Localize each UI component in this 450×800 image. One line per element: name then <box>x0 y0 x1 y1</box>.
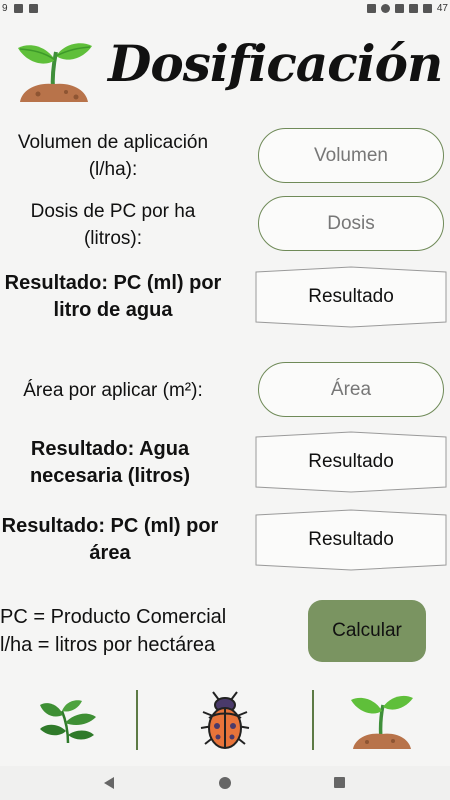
battery-level: 47 <box>436 3 448 14</box>
dosis-label: Dosis de PC por ha (litros): <box>30 201 196 249</box>
nav-dosage-button[interactable] <box>314 688 450 754</box>
battery-icon <box>422 4 432 13</box>
header: Dosificación <box>0 30 450 110</box>
image-notification-icon <box>13 4 23 13</box>
resultado-pc-area-label: Resultado: PC (ml) por área <box>1 515 219 564</box>
volumen-input[interactable]: Volumen <box>258 128 444 183</box>
recents-icon[interactable] <box>334 777 345 788</box>
resultado-pc-area-value: Resultado <box>308 529 394 550</box>
resultado-pc-area-output: Resultado <box>255 509 447 571</box>
signal-icon <box>408 4 418 13</box>
wifi-icon <box>394 4 404 13</box>
back-icon[interactable] <box>104 777 114 789</box>
volumen-label: Volumen de aplicación (l/ha): <box>17 132 209 180</box>
status-bar: 9 47 <box>0 0 450 20</box>
status-time: 9 <box>2 3 8 14</box>
abbreviations-legend: PC = Producto Comercial l/ha = litros po… <box>0 603 260 659</box>
nav-pests-button[interactable] <box>138 688 312 754</box>
system-nav-bar <box>0 766 450 800</box>
bottom-nav <box>0 688 450 754</box>
area-input[interactable]: Área <box>258 362 444 417</box>
sd-card-icon <box>28 4 38 13</box>
resultado-pc-output: Resultado <box>255 266 447 328</box>
home-icon[interactable] <box>219 777 231 789</box>
ladybug-icon <box>200 691 250 749</box>
dnd-icon <box>380 4 390 13</box>
nav-plants-button[interactable] <box>0 688 136 754</box>
area-label: Área por aplicar (m²): <box>23 380 203 401</box>
sprout-icon <box>351 695 413 749</box>
resultado-pc-label: Resultado: PC (ml) por litro de agua <box>4 272 222 321</box>
vibrate-icon <box>366 4 376 13</box>
resultado-agua-output: Resultado <box>255 431 447 493</box>
legend-line-pc: PC = Producto Comercial <box>0 606 227 628</box>
legend-line-lha: l/ha = litros por hectárea <box>0 634 216 656</box>
dosis-input[interactable]: Dosis <box>258 196 444 251</box>
calcular-button[interactable]: Calcular <box>308 600 426 662</box>
plant-leaves-icon <box>40 700 96 743</box>
page-title: Dosificación <box>108 34 443 93</box>
resultado-agua-label: Resultado: Agua necesaria (litros) <box>29 438 191 487</box>
resultado-pc-value: Resultado <box>308 286 394 307</box>
resultado-agua-value: Resultado <box>308 451 394 472</box>
sprout-logo-icon <box>16 38 94 108</box>
